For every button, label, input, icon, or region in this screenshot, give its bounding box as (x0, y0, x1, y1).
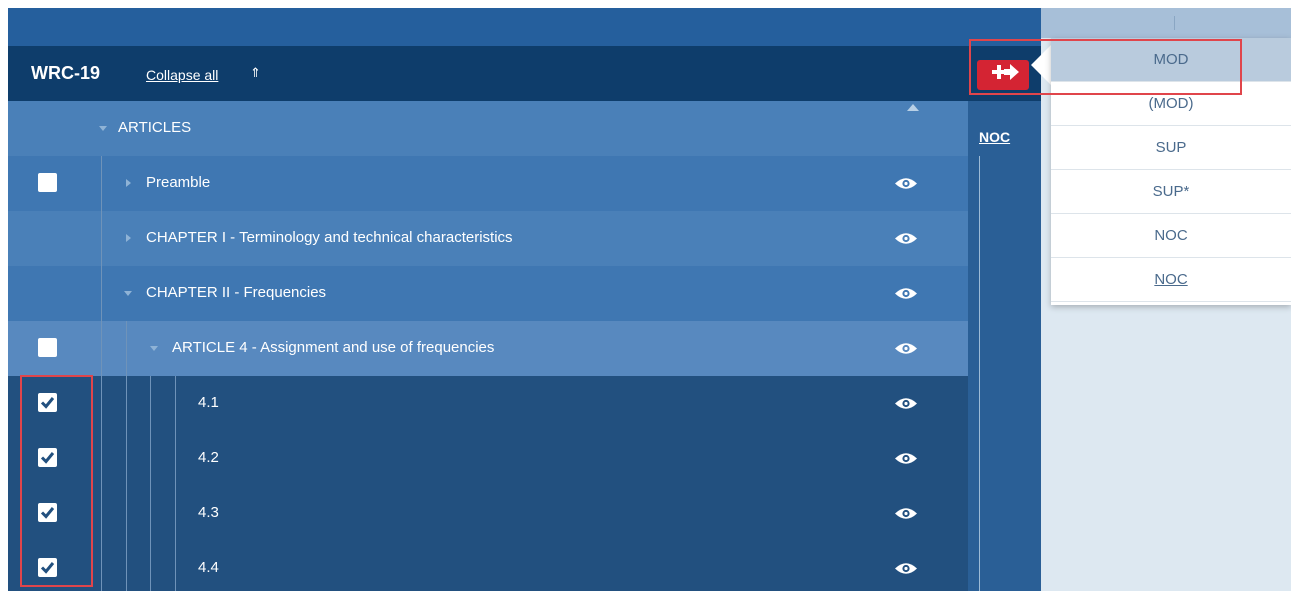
tree-guide-line (150, 486, 151, 541)
eye-icon[interactable] (894, 506, 918, 521)
expand-right-icon[interactable] (126, 234, 131, 242)
tree-guide-line (126, 431, 127, 486)
tree-guide-line (101, 211, 102, 266)
dropdown-option-mod-parens[interactable]: (MOD) (1051, 82, 1291, 126)
dropdown-pointer (1031, 45, 1051, 85)
tree-guide-line (101, 321, 102, 376)
tree-guide-line (101, 156, 102, 211)
dropdown-option-mod[interactable]: MOD (1051, 38, 1291, 82)
tree-guide-line (175, 541, 176, 591)
tree-row-chapter-2[interactable]: CHAPTER II - Frequencies (8, 266, 968, 321)
tree-guide-line (101, 376, 102, 431)
tree-row-label: 4.1 (198, 394, 219, 411)
eye-icon[interactable] (894, 286, 918, 301)
checkmark-icon (40, 397, 55, 409)
expand-down-icon[interactable] (99, 126, 107, 131)
tree-header: WRC-19 Collapse all ⇑ (8, 46, 1041, 101)
plus-arrow-icon (992, 64, 1019, 80)
top-strip (8, 8, 1041, 46)
eye-icon[interactable] (894, 561, 918, 576)
eye-icon[interactable] (894, 396, 918, 411)
tree-guide-line (101, 431, 102, 486)
double-chevron-up-icon[interactable]: ⇑ (250, 65, 261, 81)
tree-guide-line (101, 486, 102, 541)
tree-row-label: 4.4 (198, 559, 219, 576)
expand-down-icon[interactable] (150, 346, 158, 351)
action-dropdown: MOD (MOD) SUP SUP* NOC NOC (1051, 38, 1291, 305)
eye-icon[interactable] (894, 176, 918, 191)
checkbox-checked[interactable] (38, 558, 57, 577)
checkbox-preamble[interactable] (38, 173, 57, 192)
page-title: WRC-19 (31, 63, 101, 83)
tree-row-item[interactable]: 4.3 (8, 486, 968, 541)
tree-guide-line (126, 486, 127, 541)
tree-row-label: ARTICLES (118, 119, 192, 136)
expand-right-icon[interactable] (126, 179, 131, 187)
tree-row-item[interactable]: 4.4 (8, 541, 968, 591)
scroll-up-icon[interactable] (907, 104, 919, 111)
noc-column-header[interactable]: NOC (979, 129, 1010, 145)
tree-panel: WRC-19 Collapse all ⇑ ARTICLES Preamble … (8, 8, 1041, 591)
tree-row-label: 4.2 (198, 449, 219, 466)
tree-guide-line (126, 321, 127, 376)
eye-icon[interactable] (894, 341, 918, 356)
tree-guide-line (175, 376, 176, 431)
tree-row-item[interactable]: 4.2 (8, 431, 968, 486)
tree-guide-line (126, 376, 127, 431)
tree-row-label: ARTICLE 4 - Assignment and use of freque… (172, 339, 495, 356)
checkmark-icon (40, 452, 55, 464)
checkbox-checked[interactable] (38, 503, 57, 522)
tree-guide-line (150, 541, 151, 591)
tree-row-label: Preamble (146, 174, 211, 191)
tree-row-chapter-1[interactable]: CHAPTER I - Terminology and technical ch… (8, 211, 968, 266)
eye-icon[interactable] (894, 231, 918, 246)
right-panel-divider (1174, 16, 1175, 30)
dropdown-option-sup[interactable]: SUP (1051, 126, 1291, 170)
tree-guide-line (175, 431, 176, 486)
option-label: NOC (1154, 271, 1188, 288)
tree-row-item[interactable]: 4.1 (8, 376, 968, 431)
tree-guide-line (101, 266, 102, 321)
tree-row-label: 4.3 (198, 504, 219, 521)
eye-icon[interactable] (894, 451, 918, 466)
dropdown-option-noc[interactable]: NOC (1051, 214, 1291, 258)
tree-guide-line (150, 376, 151, 431)
dropdown-option-sup-star[interactable]: SUP* (1051, 170, 1291, 214)
checkbox-checked[interactable] (38, 448, 57, 467)
collapse-all-link[interactable]: Collapse all (146, 67, 218, 83)
column-divider (979, 156, 980, 591)
checkbox-article-4[interactable] (38, 338, 57, 357)
option-label: MOD (1153, 51, 1189, 68)
checkmark-icon (40, 562, 55, 574)
option-label: NOC (1154, 227, 1188, 244)
tree-guide-line (175, 486, 176, 541)
option-label: (MOD) (1148, 95, 1194, 112)
tree-guide-line (150, 431, 151, 486)
tree-row-label: CHAPTER I - Terminology and technical ch… (146, 229, 513, 246)
tree-row-article-4[interactable]: ARTICLE 4 - Assignment and use of freque… (8, 321, 968, 376)
checkbox-checked[interactable] (38, 393, 57, 412)
tree-guide-line (126, 541, 127, 591)
tree-row-preamble[interactable]: Preamble (8, 156, 968, 211)
add-proposal-button[interactable] (977, 60, 1029, 90)
checkmark-icon (40, 507, 55, 519)
tree-row-articles[interactable]: ARTICLES (8, 101, 968, 156)
dropdown-option-noc-link[interactable]: NOC (1051, 258, 1291, 302)
option-label: SUP (1155, 139, 1187, 156)
expand-down-icon[interactable] (124, 291, 132, 296)
right-panel-top-bar (1041, 8, 1291, 38)
tree-guide-line (101, 541, 102, 591)
tree-row-label: CHAPTER II - Frequencies (146, 284, 327, 301)
option-label: SUP* (1152, 183, 1190, 200)
